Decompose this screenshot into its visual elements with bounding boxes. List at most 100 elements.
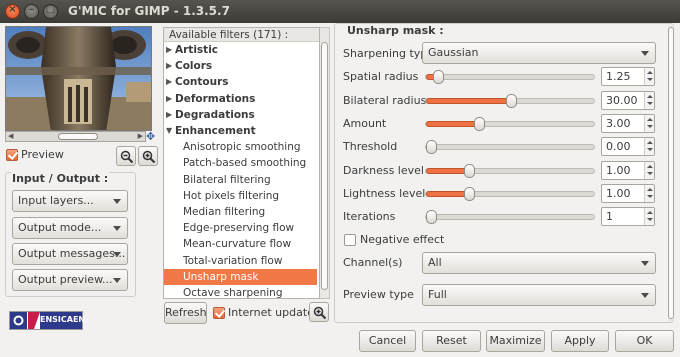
param-spinbox[interactable]: 1.00 (601, 184, 655, 203)
param-slider[interactable] (425, 70, 595, 84)
zoom-out-button[interactable] (116, 146, 136, 166)
scroll-left-icon[interactable]: ◀ (8, 132, 13, 140)
param-slider[interactable] (425, 140, 595, 154)
spin-arrows-icon[interactable] (644, 208, 654, 225)
output-messages-value: Output messages... (18, 247, 126, 260)
param-spinbox[interactable]: 1 (601, 207, 655, 226)
filter-category[interactable]: ▶ Degradations (164, 107, 317, 123)
param-slider[interactable] (425, 117, 595, 131)
expander-closed-icon[interactable]: ▶ (166, 107, 172, 123)
filter-item[interactable]: Octave sharpening (164, 285, 317, 298)
preview-type-label: Preview type (343, 288, 414, 301)
zoom-out-icon (120, 150, 134, 164)
preview-image[interactable] (5, 26, 152, 131)
filter-item-label: Patch-based smoothing (183, 157, 307, 170)
spin-arrows-icon[interactable] (644, 185, 654, 202)
expander-closed-icon[interactable]: ▶ (166, 42, 172, 58)
reset-button[interactable]: Reset (422, 330, 481, 352)
slider-knob[interactable] (426, 140, 437, 154)
filter-item[interactable]: Hot pixels filtering (164, 188, 317, 204)
output-preview-dropdown[interactable]: Output preview... (12, 269, 128, 291)
filter-item[interactable]: Anisotropic smoothing (164, 139, 317, 155)
param-spinbox[interactable]: 1.25 (601, 67, 655, 86)
move-icon[interactable]: ✥ (146, 131, 157, 142)
sharpening-type-label: Sharpening type (343, 47, 435, 60)
output-mode-dropdown[interactable]: Output mode... (12, 217, 128, 239)
filter-category[interactable]: ▼ Enhancement (164, 123, 317, 139)
input-layers-dropdown[interactable]: Input layers... (12, 190, 128, 212)
preview-checkbox[interactable] (6, 149, 18, 161)
parameters-scrollbar[interactable] (668, 25, 674, 321)
filter-item-label: Bilateral filtering (183, 173, 271, 186)
ensicaen-logo[interactable]: ENSICAEN (9, 311, 85, 330)
title-bar: × – □ G'MIC for GIMP - 1.3.5.7 (0, 0, 680, 23)
scroll-thumb[interactable] (58, 133, 98, 140)
preview-label: Preview (21, 148, 64, 161)
filter-category[interactable]: ▶ Colors (164, 58, 317, 74)
spin-arrows-icon[interactable] (644, 115, 654, 132)
expander-closed-icon[interactable]: ▶ (166, 91, 172, 107)
filter-item[interactable]: Mean-curvature flow (164, 236, 317, 252)
sharpening-type-dropdown[interactable]: Gaussian (422, 42, 656, 64)
filter-item[interactable]: Edge-preserving flow (164, 220, 317, 236)
slider-knob[interactable] (463, 187, 475, 201)
close-window-button[interactable]: × (5, 4, 20, 19)
apply-button[interactable]: Apply (551, 330, 609, 352)
scroll-right-icon[interactable]: ▶ (138, 132, 143, 140)
minimize-window-button[interactable]: – (24, 4, 39, 19)
filter-item-label: Median filtering (183, 206, 266, 218)
slider-knob[interactable] (432, 70, 444, 84)
slider-knob[interactable] (463, 164, 475, 178)
internet-updates-label: Internet updates (228, 306, 320, 319)
param-slider[interactable] (425, 94, 595, 108)
filter-item[interactable]: Unsharp mask (164, 268, 317, 285)
spin-arrows-icon[interactable] (644, 138, 654, 155)
cancel-button[interactable]: Cancel (359, 330, 416, 352)
param-spinbox[interactable]: 3.00 (601, 114, 655, 133)
maximize-button[interactable]: Maximize (486, 330, 545, 352)
expander-open-icon[interactable]: ▼ (166, 123, 172, 139)
param-slider[interactable] (425, 187, 595, 201)
filter-item[interactable]: Total-variation flow (164, 253, 317, 269)
preview-horizontal-scrollbar[interactable]: ◀ ▶ (5, 131, 146, 142)
spin-arrows-icon[interactable] (644, 92, 654, 109)
filter-item-label: Unsharp mask (183, 270, 259, 283)
scroll-thumb[interactable] (668, 27, 674, 319)
filter-list-header[interactable]: Available filters (171) : (164, 28, 319, 42)
search-filter-button[interactable] (309, 302, 329, 322)
preview-type-dropdown[interactable]: Full (422, 284, 656, 306)
output-messages-dropdown[interactable]: Output messages... (12, 243, 128, 265)
expander-closed-icon[interactable]: ▶ (166, 74, 172, 90)
filter-item-label: Degradations (175, 108, 255, 121)
input-output-title: Input / Output : (11, 172, 110, 185)
filter-title: Unsharp mask : (347, 24, 444, 37)
filter-category[interactable]: ▶ Contours (164, 74, 317, 90)
spin-arrows-icon[interactable] (644, 68, 654, 85)
param-label: Bilateral radius (343, 94, 427, 107)
filter-list[interactable]: Available filters (171) : ▶ Artistic ▶ Colo… (163, 27, 320, 299)
channels-dropdown[interactable]: All (422, 252, 656, 274)
refresh-button[interactable]: Refresh (164, 302, 207, 324)
internet-updates-checkbox[interactable] (213, 307, 225, 319)
spin-arrows-icon[interactable] (644, 162, 654, 179)
filter-category[interactable]: ▶ Deformations (164, 91, 317, 107)
filter-item[interactable]: Median filtering (164, 204, 317, 220)
filter-list-scrollbar[interactable] (320, 27, 330, 299)
negative-effect-checkbox[interactable] (344, 234, 356, 246)
filter-category[interactable]: ▶ Artistic (164, 42, 317, 58)
maximize-window-button[interactable]: □ (43, 4, 58, 19)
slider-knob[interactable] (473, 117, 485, 131)
slider-knob[interactable] (426, 210, 437, 224)
expander-closed-icon[interactable]: ▶ (166, 58, 172, 74)
filter-item[interactable]: Patch-based smoothing (164, 155, 317, 171)
param-slider[interactable] (425, 210, 595, 224)
ok-button[interactable]: OK (615, 330, 674, 352)
param-slider[interactable] (425, 164, 595, 178)
param-spinbox[interactable]: 30.00 (601, 91, 655, 110)
param-spinbox[interactable]: 0.00 (601, 137, 655, 156)
slider-knob[interactable] (506, 94, 517, 108)
zoom-in-button[interactable] (138, 146, 158, 166)
scroll-thumb[interactable] (321, 42, 328, 290)
param-spinbox[interactable]: 1.00 (601, 161, 655, 180)
filter-item[interactable]: Bilateral filtering (164, 172, 317, 188)
